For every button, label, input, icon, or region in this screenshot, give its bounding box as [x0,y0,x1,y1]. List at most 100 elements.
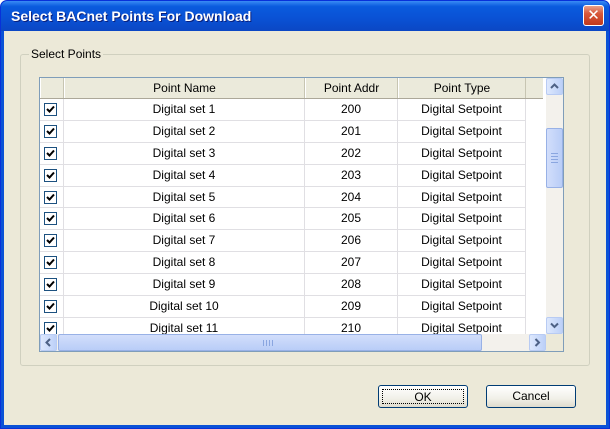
point-name-cell: Digital set 2 [64,120,305,143]
table-row[interactable]: Digital set 5 204 Digital Setpoint [40,186,543,209]
row-checkbox-cell[interactable] [40,142,64,165]
scrollbar-corner [546,334,563,351]
row-checkbox[interactable] [44,278,57,292]
row-checkbox-cell[interactable] [40,120,64,143]
row-checkbox[interactable] [44,124,57,138]
point-type-cell: Digital Setpoint [398,230,526,253]
checkmark-icon [46,237,55,245]
row-checkbox[interactable] [44,146,57,160]
row-checkbox[interactable] [44,190,57,204]
point-addr-cell: 203 [305,164,398,187]
point-type-cell: Digital Setpoint [398,142,526,165]
row-checkbox[interactable] [44,168,57,182]
point-type-cell: Digital Setpoint [398,296,526,318]
checkmark-icon [46,171,55,179]
window-title: Select BACnet Points For Download [11,8,252,24]
point-type-cell: Digital Setpoint [398,120,526,143]
scroll-up-button[interactable] [546,78,563,95]
point-addr-cell: 207 [305,252,398,275]
point-name-cell: Digital set 6 [64,208,305,231]
table-row[interactable]: Digital set 6 205 Digital Setpoint [40,208,543,231]
header-point-addr[interactable]: Point Addr [305,78,398,98]
chevron-up-icon [550,83,559,89]
table-row[interactable]: Digital set 2 201 Digital Setpoint [40,120,543,143]
point-addr-cell: 202 [305,142,398,165]
dialog-body: Select Points Point Name Point Addr Poin… [4,31,606,425]
point-addr-cell: 206 [305,230,398,253]
checkmark-icon [46,259,55,267]
row-checkbox-cell[interactable] [40,208,64,231]
row-checkbox[interactable] [44,212,57,226]
row-checkbox[interactable] [44,103,57,116]
row-checkbox-cell[interactable] [40,164,64,187]
table-row[interactable]: Digital set 1 200 Digital Setpoint [40,99,543,121]
point-type-cell: Digital Setpoint [398,99,526,121]
checkmark-icon [46,324,55,332]
row-checkbox-cell[interactable] [40,252,64,275]
row-checkbox-cell[interactable] [40,274,64,297]
ok-button[interactable]: OK [378,385,468,408]
dialog-window: Select BACnet Points For Download ✕ Sele… [0,0,610,429]
close-button[interactable]: ✕ [583,5,604,26]
table-row[interactable]: Digital set 9 208 Digital Setpoint [40,274,543,297]
point-addr-cell: 205 [305,208,398,231]
point-name-cell: Digital set 5 [64,186,305,209]
table-row[interactable]: Digital set 4 203 Digital Setpoint [40,164,543,187]
point-name-cell: Digital set 10 [64,296,305,318]
point-addr-cell: 201 [305,120,398,143]
scroll-left-button[interactable] [40,334,57,351]
point-addr-cell: 200 [305,99,398,121]
point-name-cell: Digital set 7 [64,230,305,253]
table-row[interactable]: Digital set 7 206 Digital Setpoint [40,230,543,253]
row-checkbox[interactable] [44,234,57,248]
chevron-down-icon [550,322,559,329]
header-check-column[interactable] [40,78,64,98]
checkmark-icon [46,215,55,223]
vertical-scrollbar[interactable] [546,78,563,334]
scroll-right-button[interactable] [529,334,546,351]
horizontal-scrollbar[interactable] [40,334,546,351]
header-point-type[interactable]: Point Type [398,78,526,98]
close-icon: ✕ [587,6,600,24]
header-point-name[interactable]: Point Name [64,78,305,98]
checkmark-icon [46,127,55,135]
point-name-cell: Digital set 4 [64,164,305,187]
grid-rows: Digital set 1 200 Digital Setpoint Digital … [40,99,543,340]
vertical-scroll-thumb[interactable] [546,128,563,188]
row-checkbox[interactable] [44,300,57,314]
title-bar[interactable]: Select BACnet Points For Download ✕ [1,1,609,31]
point-type-cell: Digital Setpoint [398,274,526,297]
horizontal-scroll-thumb[interactable] [58,334,482,351]
row-checkbox[interactable] [44,321,57,335]
table-row[interactable]: Digital set 8 207 Digital Setpoint [40,252,543,275]
point-type-cell: Digital Setpoint [398,164,526,187]
group-label: Select Points [29,47,104,61]
checkmark-icon [46,149,55,157]
grid-header: Point Name Point Addr Point Type [40,78,543,99]
row-checkbox-cell[interactable] [40,99,64,121]
chevron-left-icon [45,338,51,347]
ok-button-label: OK [382,389,464,404]
point-type-cell: Digital Setpoint [398,186,526,209]
checkmark-icon [46,280,55,289]
scroll-down-button[interactable] [546,317,563,334]
row-checkbox-cell[interactable] [40,230,64,253]
chevron-right-icon [534,338,541,347]
point-addr-cell: 209 [305,296,398,318]
checkmark-icon [46,302,55,310]
table-row[interactable]: Digital set 10 209 Digital Setpoint [40,296,543,318]
row-checkbox-cell[interactable] [40,296,64,318]
table-row[interactable]: Digital set 3 202 Digital Setpoint [40,142,543,165]
point-addr-cell: 204 [305,186,398,209]
point-name-cell: Digital set 9 [64,274,305,297]
point-addr-cell: 208 [305,274,398,297]
point-name-cell: Digital set 3 [64,142,305,165]
row-checkbox[interactable] [44,256,57,270]
point-type-cell: Digital Setpoint [398,208,526,231]
point-name-cell: Digital set 1 [64,99,305,121]
cancel-button[interactable]: Cancel [486,385,576,408]
points-grid[interactable]: Point Name Point Addr Point Type Digital… [39,77,564,352]
checkmark-icon [46,105,55,113]
point-type-cell: Digital Setpoint [398,252,526,275]
row-checkbox-cell[interactable] [40,186,64,209]
